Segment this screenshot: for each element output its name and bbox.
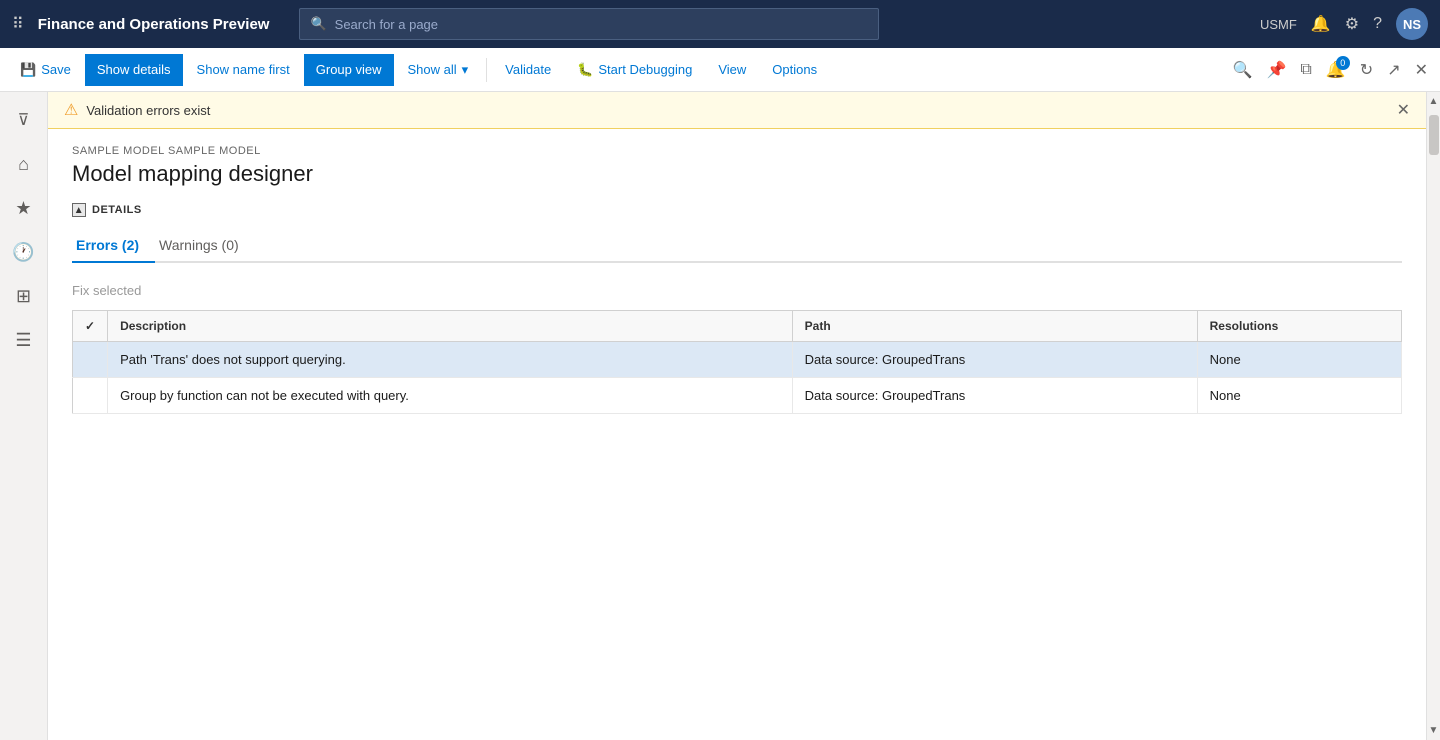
row-check: [73, 342, 108, 378]
row-path: Data source: GroupedTrans: [792, 378, 1197, 414]
save-icon: 💾: [20, 62, 36, 78]
toolbar: 💾 Save Show details Show name first Grou…: [0, 48, 1440, 92]
details-header[interactable]: ▲ DETAILS: [72, 203, 1402, 217]
top-navbar: ⠿ Finance and Operations Preview 🔍 USMF …: [0, 0, 1440, 48]
breadcrumb: SAMPLE MODEL SAMPLE MODEL: [72, 145, 1402, 157]
view-button[interactable]: View: [706, 54, 758, 86]
left-sidebar: ⊽ ⌂ ★ 🕐 ⊞ ☰: [0, 92, 48, 740]
favorites-icon[interactable]: ★: [4, 188, 44, 228]
debug-icon: 🐛: [577, 62, 593, 78]
validation-banner: ⚠ Validation errors exist ✕: [48, 92, 1426, 129]
col-check: ✓: [73, 311, 108, 342]
warning-icon: ⚠: [64, 100, 78, 120]
show-all-button[interactable]: Show all ▾: [396, 54, 481, 86]
list-icon[interactable]: ☰: [4, 320, 44, 360]
refresh-icon[interactable]: ↻: [1356, 56, 1377, 84]
close-icon[interactable]: ✕: [1411, 56, 1432, 84]
grid-icon[interactable]: ⠿: [12, 14, 24, 34]
workspace-icon[interactable]: ⊞: [4, 276, 44, 316]
avatar[interactable]: NS: [1396, 8, 1428, 40]
col-path: Path: [792, 311, 1197, 342]
search-toolbar-button[interactable]: 🔍: [1229, 56, 1257, 84]
env-label: USMF: [1260, 17, 1297, 32]
row-resolutions: None: [1197, 378, 1401, 414]
popout-icon[interactable]: ↗: [1383, 56, 1404, 84]
tab-errors[interactable]: Errors (2): [72, 229, 155, 263]
pin-icon[interactable]: 📌: [1263, 56, 1291, 84]
home-icon[interactable]: ⌂: [4, 144, 44, 184]
close-banner-button[interactable]: ✕: [1397, 100, 1410, 120]
scroll-down-arrow[interactable]: ▼: [1425, 721, 1440, 740]
table-row[interactable]: Path 'Trans' does not support querying. …: [73, 342, 1402, 378]
scroll-thumb[interactable]: [1429, 115, 1439, 155]
show-name-first-button[interactable]: Show name first: [185, 54, 302, 86]
row-description: Path 'Trans' does not support querying.: [108, 342, 793, 378]
start-debugging-button[interactable]: 🐛 Start Debugging: [565, 54, 704, 86]
chevron-down-icon: ▾: [462, 62, 469, 78]
scroll-up-arrow[interactable]: ▲: [1425, 92, 1440, 111]
expand-icon[interactable]: ⧉: [1296, 57, 1315, 83]
save-button[interactable]: 💾 Save: [8, 54, 83, 86]
toolbar-right: 🔍 📌 ⧉ 🔔 0 ↻ ↗ ✕: [1229, 56, 1432, 84]
search-bar[interactable]: 🔍: [299, 8, 879, 40]
row-description: Group by function can not be executed wi…: [108, 378, 793, 414]
show-details-button[interactable]: Show details: [85, 54, 183, 86]
top-nav-right: USMF 🔔 ⚙ ? NS: [1260, 8, 1428, 40]
notification-badge-button[interactable]: 🔔 0: [1322, 56, 1350, 84]
app-title: Finance and Operations Preview: [38, 16, 270, 33]
row-path: Data source: GroupedTrans: [792, 342, 1197, 378]
fix-selected-button[interactable]: Fix selected: [72, 275, 1402, 310]
help-icon[interactable]: ?: [1373, 15, 1382, 33]
content-area: SAMPLE MODEL SAMPLE MODEL Model mapping …: [48, 129, 1426, 740]
page-title: Model mapping designer: [72, 161, 1402, 187]
validation-message: Validation errors exist: [86, 103, 210, 118]
validate-button[interactable]: Validate: [493, 54, 563, 86]
details-section: ▲ DETAILS Errors (2) Warnings (0): [72, 203, 1402, 414]
details-toggle[interactable]: ▲: [72, 203, 86, 217]
right-scrollbar: ▲ ▼: [1426, 92, 1440, 740]
settings-icon[interactable]: ⚙: [1345, 14, 1359, 34]
search-icon: 🔍: [310, 16, 326, 32]
tab-warnings[interactable]: Warnings (0): [155, 229, 255, 263]
main-layout: ⊽ ⌂ ★ 🕐 ⊞ ☰ ⚠ Validation errors exist ✕ …: [0, 92, 1440, 740]
notification-icon[interactable]: 🔔: [1311, 14, 1331, 34]
details-label: DETAILS: [92, 204, 142, 216]
row-resolutions: None: [1197, 342, 1401, 378]
options-button[interactable]: Options: [760, 54, 829, 86]
toolbar-separator: [486, 58, 487, 82]
recent-icon[interactable]: 🕐: [4, 232, 44, 272]
group-view-button[interactable]: Group view: [304, 54, 394, 86]
table-row[interactable]: Group by function can not be executed wi…: [73, 378, 1402, 414]
row-check: [73, 378, 108, 414]
filter-icon[interactable]: ⊽: [4, 100, 44, 140]
col-description: Description: [108, 311, 793, 342]
col-resolutions: Resolutions: [1197, 311, 1401, 342]
search-input[interactable]: [335, 17, 869, 32]
tabs-bar: Errors (2) Warnings (0): [72, 229, 1402, 263]
error-table: ✓ Description Path Resolutions Path 'Tra…: [72, 310, 1402, 414]
